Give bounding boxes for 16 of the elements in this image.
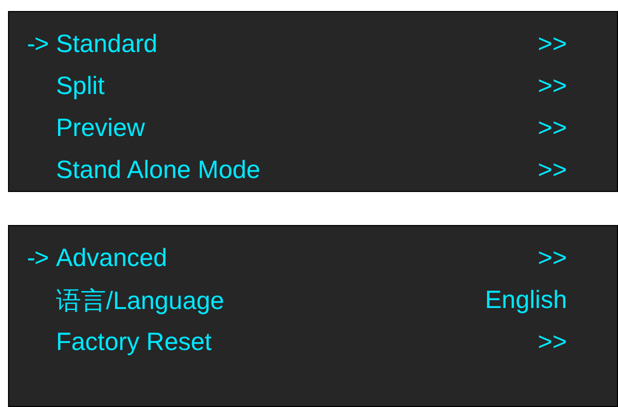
menu-item[interactable]: Split xyxy=(56,72,538,100)
menu-item-value: >> xyxy=(538,30,567,58)
menu-item-value: >> xyxy=(538,114,567,142)
menu-item[interactable]: 语言/Language xyxy=(56,284,485,316)
menu-item-value: >> xyxy=(538,244,567,272)
menu-item-value: >> xyxy=(538,328,567,356)
menu-item[interactable]: Stand Alone Mode xyxy=(56,156,538,184)
cursor-arrow: -> xyxy=(27,244,49,272)
menu-item-value: English xyxy=(485,286,567,314)
menu-item[interactable]: Standard xyxy=(56,30,538,58)
menu-item[interactable]: Preview xyxy=(56,114,538,142)
menu-item[interactable]: Advanced xyxy=(56,244,538,272)
menu-item[interactable]: Factory Reset xyxy=(56,328,538,356)
cursor-arrow: -> xyxy=(27,30,49,58)
menu-item-value: >> xyxy=(538,156,567,184)
menu-item-value: >> xyxy=(538,72,567,100)
